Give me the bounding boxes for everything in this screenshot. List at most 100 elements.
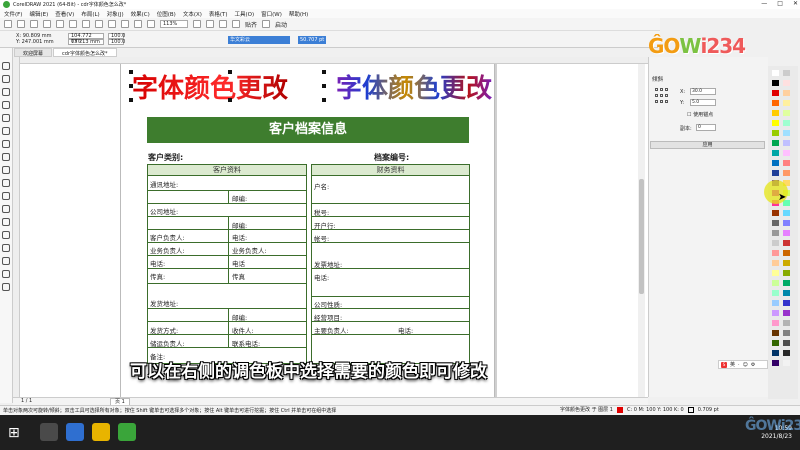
windows-start-icon[interactable]: ⊞ <box>8 425 20 441</box>
palette-swatch[interactable] <box>783 330 790 336</box>
palette-swatch[interactable] <box>783 310 790 316</box>
palette-swatch[interactable] <box>772 230 779 236</box>
pick-tool-icon[interactable] <box>2 62 10 70</box>
shape-tool-icon[interactable] <box>2 75 10 83</box>
menu-tools[interactable]: 工具(O) <box>235 10 255 18</box>
palette-swatch[interactable] <box>772 350 779 356</box>
publish-pdf-icon[interactable] <box>147 20 155 28</box>
anchor-dot[interactable] <box>655 100 658 103</box>
ime-mode-icon[interactable]: 英 <box>730 361 735 368</box>
anchor-dot[interactable] <box>655 88 658 91</box>
palette-swatch[interactable] <box>772 90 779 96</box>
palette-swatch[interactable] <box>783 170 790 176</box>
palette-swatch[interactable] <box>783 130 790 136</box>
use-anchor-checkbox[interactable]: ☐ 使用锚点 <box>687 111 713 118</box>
polygon-tool-icon[interactable] <box>2 166 10 174</box>
freehand-tool-icon[interactable] <box>2 114 10 122</box>
palette-swatch[interactable] <box>783 230 790 236</box>
outline-swatch[interactable] <box>687 407 694 413</box>
palette-swatch[interactable] <box>772 210 779 216</box>
menu-help[interactable]: 帮助(H) <box>289 10 308 18</box>
vertical-scrollbar[interactable] <box>638 64 645 397</box>
redo-icon[interactable] <box>108 20 116 28</box>
menu-table[interactable]: 表格(T) <box>209 10 228 18</box>
palette-swatch[interactable] <box>772 150 779 156</box>
skew-x-input[interactable]: 30.0 <box>690 88 716 95</box>
new-doc-icon[interactable] <box>4 20 12 28</box>
ime-toolbar[interactable]: S 英 · ☺ ⚙ <box>718 360 768 369</box>
palette-swatch[interactable] <box>783 290 790 296</box>
palette-swatch[interactable] <box>783 100 790 106</box>
menu-effects[interactable]: 效果(C) <box>131 10 150 18</box>
anchor-dot[interactable] <box>665 88 668 91</box>
anchor-dot[interactable] <box>660 94 663 97</box>
eyedropper-tool-icon[interactable] <box>2 244 10 252</box>
drop-shadow-icon[interactable] <box>2 218 10 226</box>
palette-swatch[interactable] <box>772 340 779 346</box>
anchor-grid[interactable] <box>655 88 668 104</box>
anchor-dot[interactable] <box>660 100 663 103</box>
selection-handle[interactable] <box>228 70 232 74</box>
selection-handle[interactable] <box>129 84 133 88</box>
open-icon[interactable] <box>17 20 25 28</box>
palette-swatch[interactable] <box>772 140 779 146</box>
save-icon[interactable] <box>30 20 38 28</box>
transparency-tool-icon[interactable] <box>2 231 10 239</box>
add-tool-icon[interactable] <box>2 283 10 291</box>
vertical-scroll-thumb[interactable] <box>639 179 644 294</box>
file-explorer-icon[interactable] <box>92 423 110 441</box>
palette-swatch[interactable] <box>783 270 790 276</box>
palette-swatch[interactable] <box>772 220 779 226</box>
selection-handle[interactable] <box>129 70 133 74</box>
export-icon[interactable] <box>134 20 142 28</box>
palette-swatch[interactable] <box>783 340 790 346</box>
palette-swatch[interactable] <box>783 150 790 156</box>
ime-emoji-icon[interactable]: ☺ <box>743 362 748 368</box>
grid-icon[interactable] <box>219 20 227 28</box>
anchor-dot[interactable] <box>665 94 668 97</box>
paste-icon[interactable] <box>82 20 90 28</box>
menu-window[interactable]: 窗口(W) <box>261 10 282 18</box>
menu-text[interactable]: 文本(X) <box>183 10 202 18</box>
palette-swatch[interactable] <box>772 170 779 176</box>
height-field[interactable]: 13.213 mm <box>68 39 104 45</box>
selection-handle[interactable] <box>322 98 326 102</box>
selection-handle[interactable] <box>322 84 326 88</box>
cut-icon[interactable] <box>56 20 64 28</box>
coreldraw-task-icon[interactable] <box>118 423 136 441</box>
palette-swatch[interactable] <box>772 310 779 316</box>
guidelines-icon[interactable] <box>232 20 240 28</box>
ime-punct-icon[interactable]: · <box>738 362 740 368</box>
menu-edit[interactable]: 编辑(E) <box>29 10 48 18</box>
font-select[interactable]: 华文彩云 <box>228 36 290 44</box>
palette-swatch[interactable] <box>783 80 790 86</box>
palette-swatch[interactable] <box>783 240 790 246</box>
copies-input[interactable]: 0 <box>696 124 716 131</box>
print-icon[interactable] <box>43 20 51 28</box>
palette-swatch[interactable] <box>772 360 779 366</box>
y-position[interactable]: Y: 247.001 mm <box>16 39 54 45</box>
palette-swatch[interactable] <box>783 360 790 366</box>
palette-swatch[interactable] <box>772 290 779 296</box>
palette-swatch[interactable] <box>783 220 790 226</box>
menu-view[interactable]: 查看(V) <box>55 10 74 18</box>
launch-button[interactable]: 启动 <box>275 20 287 29</box>
palette-swatch[interactable] <box>783 160 790 166</box>
palette-swatch[interactable] <box>772 130 779 136</box>
selection-handle[interactable] <box>129 98 133 102</box>
palette-swatch[interactable] <box>772 320 779 326</box>
full-screen-icon[interactable] <box>193 20 201 28</box>
maximize-button[interactable]: □ <box>777 0 783 7</box>
artistic-media-icon[interactable] <box>2 127 10 135</box>
smart-fill-icon[interactable] <box>2 270 10 278</box>
rulers-icon[interactable] <box>206 20 214 28</box>
palette-swatch[interactable] <box>783 300 790 306</box>
menu-bitmaps[interactable]: 位图(B) <box>157 10 176 18</box>
fill-color-swatch[interactable] <box>616 407 623 413</box>
copy-icon[interactable] <box>69 20 77 28</box>
palette-swatch[interactable] <box>772 270 779 276</box>
palette-swatch[interactable] <box>783 90 790 96</box>
ellipse-tool-icon[interactable] <box>2 153 10 161</box>
palette-swatch[interactable] <box>772 240 779 246</box>
palette-swatch[interactable] <box>783 320 790 326</box>
